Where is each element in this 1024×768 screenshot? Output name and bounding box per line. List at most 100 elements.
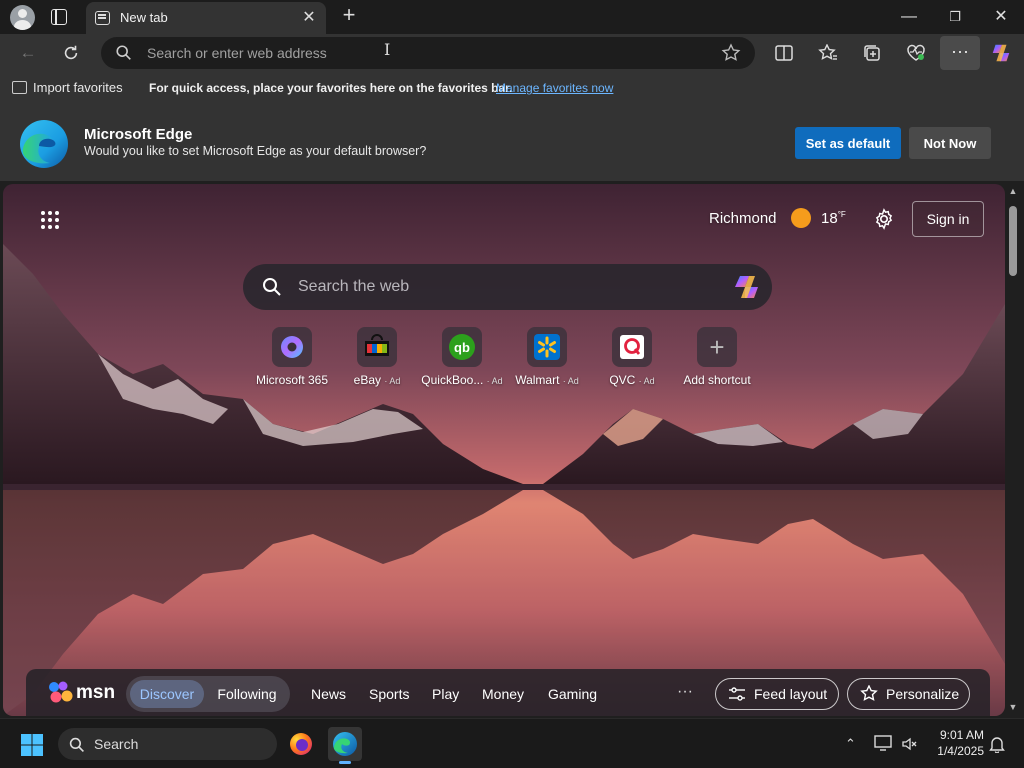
firefox-taskbar-icon[interactable] — [284, 727, 318, 761]
split-screen-icon[interactable] — [771, 40, 797, 66]
msn-logo[interactable]: msn — [48, 681, 115, 705]
add-favorite-star-icon[interactable] — [721, 43, 741, 63]
ebay-bag-icon — [357, 327, 397, 367]
tab-new-tab[interactable]: New tab ✕ — [86, 2, 326, 34]
web-search-box[interactable] — [243, 264, 772, 310]
refresh-icon[interactable] — [58, 40, 84, 66]
sliders-icon — [729, 687, 745, 701]
favorites-bar-message: For quick access, place your favorites h… — [149, 81, 513, 95]
scroll-up-arrow-icon[interactable]: ▲ — [1007, 186, 1019, 196]
qvc-icon — [612, 327, 652, 367]
scrollbar-thumb[interactable] — [1009, 206, 1017, 276]
show-hidden-icons-chevron-icon[interactable]: ⌃ — [845, 736, 856, 752]
address-input[interactable] — [147, 37, 707, 69]
network-icon[interactable] — [874, 735, 892, 751]
clock[interactable]: 9:01 AM 1/4/2025 — [928, 727, 984, 759]
shortcut-add[interactable]: + Add shortcut — [672, 327, 762, 387]
web-search-input[interactable] — [298, 264, 718, 310]
back-arrow-icon[interactable]: ← — [15, 40, 41, 66]
new-tab-plus-icon[interactable]: + — [338, 2, 360, 28]
ad-badge: · Ad — [638, 376, 655, 386]
shortcut-label: eBay — [353, 373, 381, 387]
tab-title: New tab — [120, 10, 168, 25]
shortcut-label: Microsoft 365 — [255, 373, 329, 387]
new-tab-page: Richmond 18°F Sign in Microsoft 365 — [0, 181, 1024, 718]
add-plus-icon: + — [697, 327, 737, 367]
browser-essentials-icon[interactable] — [903, 40, 929, 66]
prompt-title: Microsoft Edge — [84, 126, 193, 143]
shortcut-qvc[interactable]: QVC · Ad — [587, 327, 677, 387]
profile-avatar-icon[interactable] — [10, 5, 35, 30]
notifications-bell-icon[interactable] — [989, 735, 1005, 753]
nav-sports[interactable]: Sports — [369, 686, 409, 702]
page-scrollbar[interactable]: ▲ ▼ — [1007, 184, 1019, 716]
personalize-label: Personalize — [886, 686, 960, 702]
volume-muted-icon[interactable] — [901, 736, 917, 752]
favorites-icon[interactable] — [815, 40, 841, 66]
import-favorites-label: Import favorites — [33, 80, 123, 95]
shortcut-label: QVC — [609, 373, 636, 387]
prompt-subtitle: Would you like to set Microsoft Edge as … — [84, 144, 427, 158]
import-icon — [12, 81, 27, 94]
favorites-bar: Import favorites For quick access, place… — [0, 72, 1024, 103]
microsoft-edge-logo-icon — [20, 120, 68, 168]
import-favorites-button[interactable]: Import favorites — [12, 80, 123, 95]
new-tab-page-icon — [95, 11, 110, 25]
windows-start-icon[interactable] — [21, 734, 43, 756]
taskbar-search-box[interactable]: Search — [58, 728, 277, 760]
feed-toggle: Discover Following — [126, 676, 290, 712]
close-window-button[interactable]: ✕ — [978, 4, 1024, 30]
not-now-button[interactable]: Not Now — [909, 127, 991, 159]
apps-launcher-icon[interactable] — [40, 210, 60, 230]
page-settings-gear-icon[interactable] — [873, 208, 895, 230]
nav-more-button[interactable]: ··· — [677, 683, 693, 701]
shortcut-ebay[interactable]: eBay · Ad — [332, 327, 422, 387]
ad-badge: · Ad — [486, 376, 503, 386]
nav-money[interactable]: Money — [482, 686, 524, 702]
search-icon — [116, 45, 131, 60]
title-bar: New tab ✕ + — ❐ ✕ — [0, 0, 1024, 34]
personalize-star-icon — [860, 685, 878, 701]
shortcut-label: Walmart — [515, 373, 560, 387]
manage-favorites-link[interactable]: Manage favorites now — [496, 81, 613, 95]
edge-taskbar-icon[interactable] — [328, 727, 362, 764]
weather-temperature[interactable]: 18°F — [821, 210, 846, 227]
clock-date: 1/4/2025 — [937, 744, 984, 758]
shortcut-quickbooks[interactable]: qb QuickBoo... · Ad — [417, 327, 507, 387]
ad-badge: · Ad — [562, 376, 579, 386]
tab-close-icon[interactable]: ✕ — [300, 7, 318, 27]
msn-feed-bar: msn Discover Following News Sports Play … — [26, 669, 990, 716]
shortcut-label: Add shortcut — [683, 373, 751, 387]
msn-logo-text: msn — [76, 682, 116, 703]
msn-butterfly-icon — [49, 681, 73, 703]
copilot-icon[interactable] — [732, 273, 762, 301]
weather-location[interactable]: Richmond — [709, 210, 777, 227]
minimize-button[interactable]: — — [886, 4, 932, 30]
scroll-down-arrow-icon[interactable]: ▼ — [1007, 702, 1019, 712]
microsoft-365-icon — [272, 327, 312, 367]
nav-play[interactable]: Play — [432, 686, 459, 702]
sign-in-button[interactable]: Sign in — [912, 201, 984, 237]
quickbooks-icon: qb — [442, 327, 482, 367]
set-as-default-button[interactable]: Set as default — [795, 127, 901, 159]
shortcut-walmart[interactable]: Walmart · Ad — [502, 327, 592, 387]
collections-icon[interactable] — [859, 40, 885, 66]
ad-badge: · Ad — [384, 376, 401, 386]
nav-news[interactable]: News — [311, 686, 346, 702]
personalize-button[interactable]: Personalize — [847, 678, 970, 710]
background-image: Richmond 18°F Sign in Microsoft 365 — [3, 184, 1005, 716]
default-browser-prompt: Microsoft Edge Would you like to set Mic… — [0, 103, 1024, 181]
address-bar[interactable] — [101, 37, 755, 69]
tab-discover[interactable]: Discover — [130, 680, 204, 708]
tab-following[interactable]: Following — [212, 680, 282, 708]
tab-actions-icon[interactable] — [51, 9, 67, 25]
nav-gaming[interactable]: Gaming — [548, 686, 597, 702]
search-icon — [263, 278, 281, 296]
settings-and-more-button[interactable]: ··· — [940, 36, 980, 70]
restore-button[interactable]: ❐ — [932, 4, 978, 30]
copilot-icon[interactable] — [990, 42, 1012, 64]
text-cursor-icon: I — [384, 40, 391, 59]
feed-layout-button[interactable]: Feed layout — [715, 678, 839, 710]
temperature-unit: °F — [837, 210, 846, 219]
shortcut-microsoft-365[interactable]: Microsoft 365 — [247, 327, 337, 387]
